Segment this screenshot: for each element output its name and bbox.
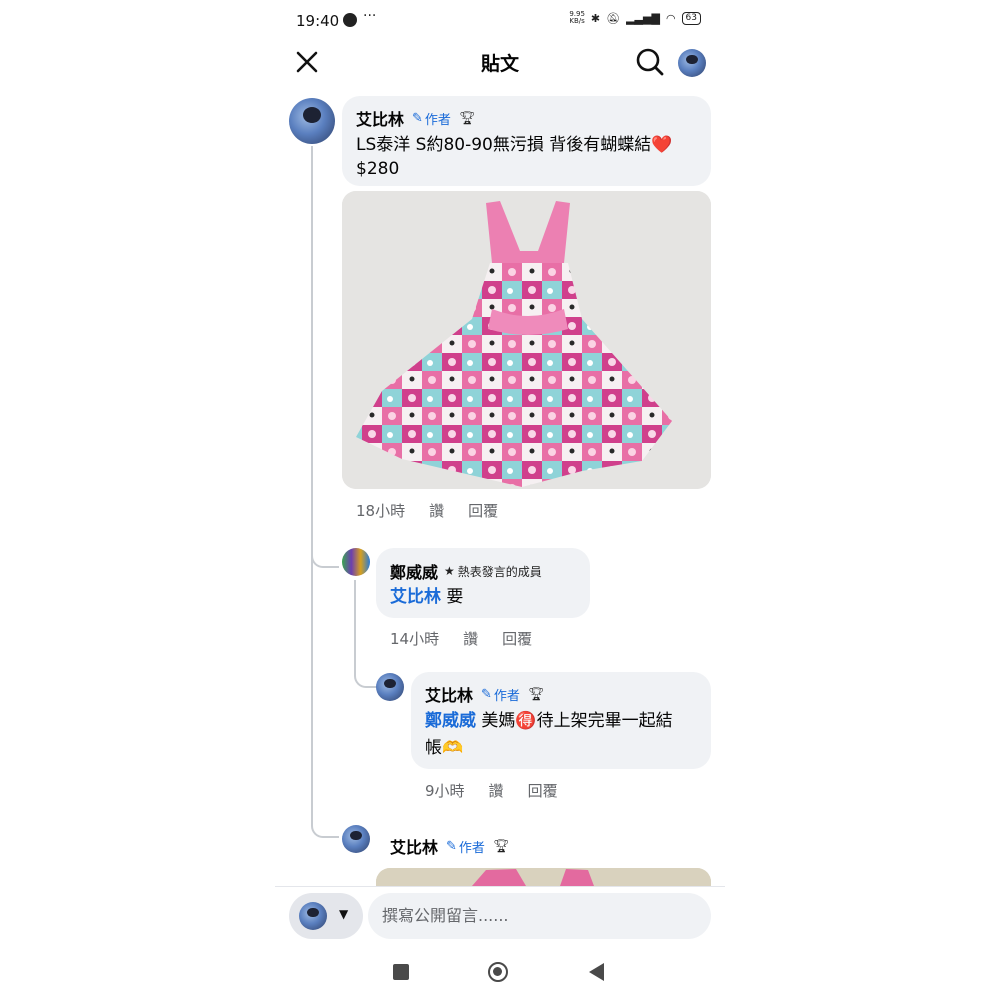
line-app-icon <box>343 13 357 27</box>
phone-screen: 19:40 ··· 9.95 KB/s ✱ 🔕︎ ▂▃▅▇ ◠ 63 貼文 艾比… <box>275 0 725 1000</box>
thread-connector <box>354 660 378 688</box>
dress-photo[interactable] <box>342 191 711 489</box>
status-time: 19:40 <box>296 12 340 30</box>
comment-author[interactable]: 艾比林 <box>425 682 473 706</box>
thread-connector <box>311 540 339 568</box>
back-button[interactable] <box>589 963 604 981</box>
caret-down-icon: ▼ <box>339 907 349 921</box>
reply-button[interactable]: 回覆 <box>502 628 532 649</box>
author-badge: ✎ 作者 <box>446 838 485 856</box>
avatar <box>299 902 327 930</box>
comment-bubble: 艾比林 ✎ 作者 🏆︎ LS泰洋 S約80-90無污損 背後有蝴蝶結❤️ $280 <box>342 96 711 186</box>
comment-text: LS泰洋 S約80-90無污損 背後有蝴蝶結❤️ <box>356 135 673 155</box>
avatar[interactable] <box>342 548 370 576</box>
profile-avatar[interactable] <box>678 49 706 77</box>
author-badge: ✎ 作者 <box>412 110 451 128</box>
comment-meta: 9小時 讚 回覆 <box>425 780 558 801</box>
comment-header: 艾比林 ✎ 作者 🏆︎ <box>390 834 509 858</box>
comment-price: $280 <box>356 159 400 179</box>
trophy-icon: 🏆︎ <box>492 838 510 854</box>
comment-photo[interactable] <box>376 868 711 886</box>
mention-link[interactable]: 艾比林 <box>390 587 441 607</box>
mute-icon: 🔕︎ <box>606 11 621 25</box>
pencil-icon: ✎ <box>481 686 492 702</box>
comment-text: 艾比林 要 <box>390 587 464 607</box>
identity-switcher[interactable]: ▼ <box>289 893 363 939</box>
trophy-icon: 🏆︎ <box>527 686 545 702</box>
home-button[interactable] <box>488 962 508 982</box>
dress-image <box>342 191 711 489</box>
comment-author[interactable]: 艾比林 <box>390 834 438 858</box>
thread-line <box>354 580 356 670</box>
photo-preview <box>376 868 711 886</box>
trophy-icon: 🏆︎ <box>458 110 476 126</box>
thread-line <box>311 146 313 826</box>
bluetooth-icon: ✱ <box>590 11 601 25</box>
status-icons: 9.95 KB/s ✱ 🔕︎ ▂▃▅▇ ◠ 63 <box>569 11 701 25</box>
signal-icon: ▂▃▅▇ <box>626 11 660 25</box>
member-badge: ★ 熱表發言的成員 <box>444 564 542 579</box>
star-icon: ★ <box>444 564 455 578</box>
like-button[interactable]: 讚 <box>429 500 444 521</box>
pencil-icon: ✎ <box>446 838 457 854</box>
recent-apps-button[interactable] <box>393 964 409 980</box>
thread-connector <box>311 810 339 838</box>
composer-divider <box>275 886 725 887</box>
pencil-icon: ✎ <box>412 110 423 126</box>
comment-time: 14小時 <box>390 630 440 648</box>
avatar[interactable] <box>289 98 335 144</box>
mention-link[interactable]: 鄭威威 <box>425 711 476 731</box>
more-notifications-icon: ··· <box>363 8 377 24</box>
like-button[interactable]: 讚 <box>489 780 504 801</box>
comment-bubble: 鄭威威 ★ 熱表發言的成員 艾比林 要 <box>376 548 590 618</box>
avatar[interactable] <box>342 825 370 853</box>
avatar[interactable] <box>376 673 404 701</box>
comment-bubble: 艾比林 ✎ 作者 🏆︎ 鄭威威 美媽🉐待上架完畢一起結 帳🫶 <box>411 672 711 769</box>
reply-button[interactable]: 回覆 <box>468 500 498 521</box>
comment-meta: 18小時 讚 回覆 <box>356 500 498 521</box>
comment-text-continued: 帳🫶 <box>425 738 464 758</box>
network-speed: 9.95 KB/s <box>569 10 585 25</box>
comment-author[interactable]: 艾比林 <box>356 106 404 130</box>
comment-meta: 14小時 讚 回覆 <box>390 628 532 649</box>
comment-text: 鄭威威 美媽🉐待上架完畢一起結 <box>425 711 673 731</box>
comment-time: 18小時 <box>356 502 406 520</box>
comment-time: 9小時 <box>425 782 465 800</box>
comment-input[interactable]: 撰寫公開留言...... <box>368 893 711 939</box>
search-icon[interactable] <box>635 47 665 77</box>
comment-author[interactable]: 鄭威威 <box>390 559 438 583</box>
battery-icon: 63 <box>681 11 701 25</box>
author-badge: ✎ 作者 <box>481 686 520 704</box>
like-button[interactable]: 讚 <box>463 628 478 649</box>
reply-button[interactable]: 回覆 <box>528 780 558 801</box>
wifi-icon: ◠ <box>665 11 676 25</box>
